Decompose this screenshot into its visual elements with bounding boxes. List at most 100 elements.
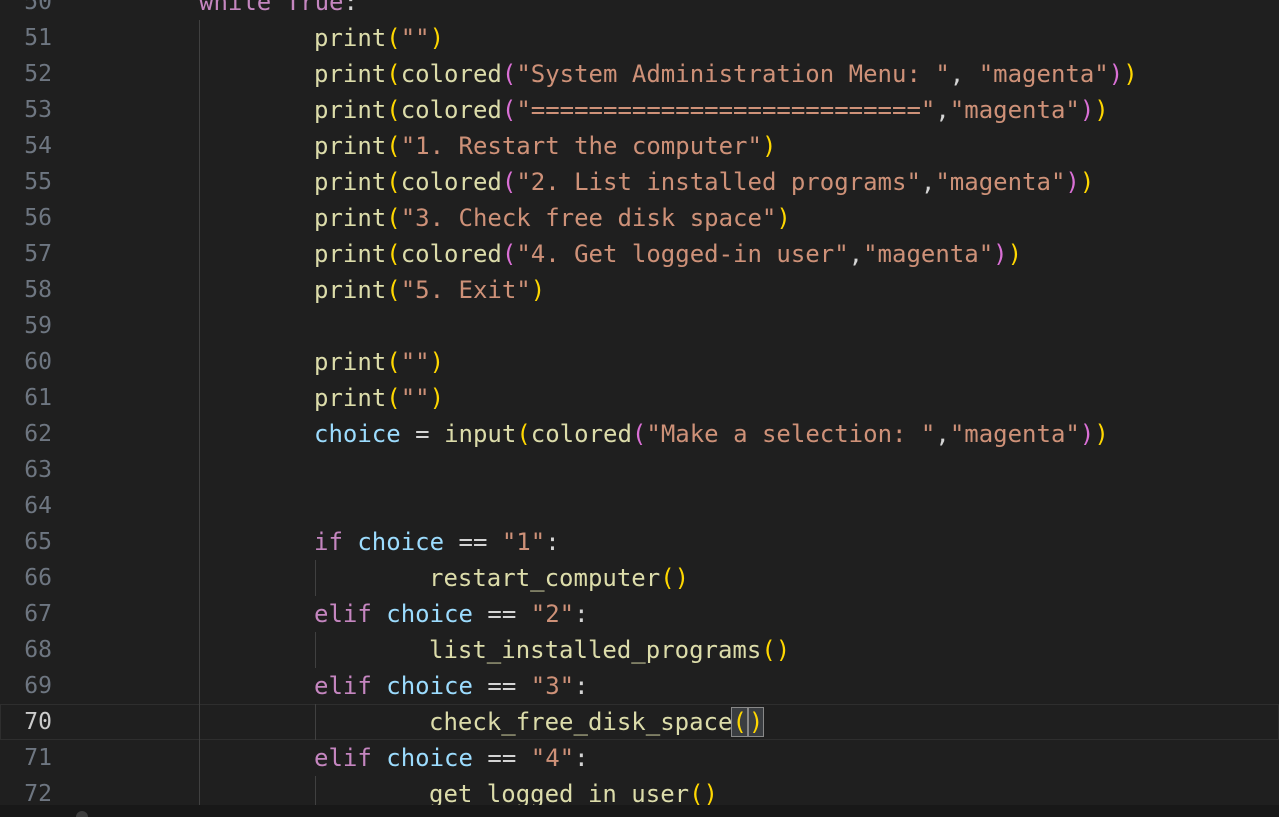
indent-guide — [199, 200, 200, 236]
code-token: colored — [530, 420, 632, 448]
indent-guide — [199, 344, 200, 380]
scrollbar-thumb[interactable] — [76, 811, 88, 817]
code-line[interactable]: 67 elif choice == "2": — [0, 596, 1279, 632]
indent-guide — [199, 632, 200, 668]
code-text[interactable]: print("") — [314, 380, 444, 416]
code-line[interactable]: 58 print("5. Exit") — [0, 272, 1279, 308]
code-token: == — [472, 600, 531, 628]
code-token: = — [400, 420, 445, 448]
code-line[interactable]: 60 print("") — [0, 344, 1279, 380]
code-token: ) — [1094, 420, 1109, 448]
code-line[interactable]: 55 print(colored("2. List installed progr… — [0, 164, 1279, 200]
indent-guide — [199, 740, 200, 776]
code-line[interactable]: 61 print("") — [0, 380, 1279, 416]
code-line[interactable]: 68 list_installed_programs() — [0, 632, 1279, 668]
code-text[interactable]: while True: — [199, 0, 358, 20]
line-number: 62 — [24, 421, 52, 447]
indent-guide — [199, 416, 200, 452]
code-text[interactable]: print(colored("4. Get logged-in user","m… — [314, 236, 1022, 272]
code-line[interactable]: 56 print("3. Check free disk space") — [0, 200, 1279, 236]
code-token: ) — [775, 636, 791, 664]
code-token: : — [574, 744, 589, 772]
code-token: ( — [386, 204, 401, 232]
code-text[interactable]: elif choice == "4": — [314, 740, 589, 776]
horizontal-scrollbar[interactable] — [0, 805, 1279, 817]
code-text[interactable]: print("5. Exit") — [314, 272, 545, 308]
code-line[interactable]: 52 print(colored("System Administration M… — [0, 56, 1279, 92]
code-token: : — [545, 528, 560, 556]
line-number: 57 — [24, 241, 52, 267]
code-editor[interactable]: 50 while True: 51 print("") 52 print(colored(… — [0, 0, 1279, 817]
code-token: print — [314, 276, 387, 304]
code-line[interactable]: 69 elif choice == "3": — [0, 668, 1279, 704]
code-token: ( — [386, 96, 401, 124]
indent-guide — [199, 128, 200, 164]
code-text[interactable]: print("") — [314, 20, 444, 56]
code-text[interactable]: print(colored("=========================… — [314, 92, 1109, 128]
code-line[interactable]: 51 print("") — [0, 20, 1279, 56]
code-token: ( — [386, 60, 401, 88]
code-token: True — [285, 0, 344, 16]
code-token: "3" — [530, 672, 575, 700]
code-token: ) — [429, 348, 445, 376]
code-token: : — [574, 672, 589, 700]
code-lines[interactable]: 50 while True: 51 print("") 52 print(colored(… — [0, 0, 1279, 812]
code-line[interactable]: 59 — [0, 308, 1279, 344]
code-token: , — [949, 60, 979, 88]
code-token: , — [848, 240, 864, 268]
code-token: elif — [314, 600, 372, 628]
code-line[interactable]: 57 print(colored("4. Get logged-in user",… — [0, 236, 1279, 272]
code-token: ( — [689, 780, 704, 808]
code-line[interactable]: 50 while True: — [0, 0, 1279, 20]
code-line[interactable]: 64 — [0, 488, 1279, 524]
line-number: 64 — [24, 493, 52, 519]
code-text[interactable]: print("3. Check free disk space") — [314, 200, 791, 236]
code-line[interactable]: 71 elif choice == "4": — [0, 740, 1279, 776]
code-text[interactable]: choice = input(colored("Make a selection… — [314, 416, 1109, 452]
line-number: 61 — [24, 385, 52, 411]
code-line[interactable]: 66 restart_computer() — [0, 560, 1279, 596]
code-token: "2" — [530, 600, 575, 628]
code-line[interactable]: 54 print("1. Restart the computer") — [0, 128, 1279, 164]
line-number: 63 — [24, 457, 52, 483]
code-text[interactable]: restart_computer() — [429, 560, 689, 596]
code-text[interactable]: if choice == "1": — [314, 524, 560, 560]
code-token: elif — [314, 744, 372, 772]
code-text[interactable]: print("") — [314, 344, 444, 380]
code-token: choice — [386, 672, 473, 700]
code-line[interactable]: 62 choice = input(colored("Make a selecti… — [0, 416, 1279, 452]
code-text[interactable]: print(colored("2. List installed program… — [314, 164, 1094, 200]
code-token: ) — [776, 204, 791, 232]
line-number: 65 — [24, 529, 52, 555]
code-token: ) — [1007, 240, 1023, 268]
code-token: , — [935, 420, 950, 448]
code-text[interactable]: list_installed_programs() — [429, 632, 790, 668]
indent-guide — [199, 92, 200, 128]
line-number: 68 — [24, 637, 52, 663]
code-text[interactable]: print("1. Restart the computer") — [314, 128, 776, 164]
line-number: 52 — [24, 61, 52, 87]
line-number: 69 — [24, 673, 52, 699]
code-token: "" — [400, 384, 430, 412]
code-token: colored — [400, 168, 502, 196]
code-token: ( — [501, 96, 517, 124]
code-line[interactable]: 65 if choice == "1": — [0, 524, 1279, 560]
code-token: ( — [386, 348, 401, 376]
code-token: choice — [386, 600, 473, 628]
code-text[interactable]: print(colored("System Administration Men… — [314, 56, 1138, 92]
line-number: 60 — [24, 349, 52, 375]
code-token: choice — [357, 528, 445, 556]
code-token: ) — [1079, 168, 1095, 196]
code-token: == — [472, 744, 531, 772]
code-text[interactable]: check_free_disk_space() — [429, 704, 765, 740]
code-text[interactable]: elif choice == "2": — [314, 596, 589, 632]
code-token: "magenta" — [935, 168, 1066, 196]
code-text[interactable]: elif choice == "3": — [314, 668, 589, 704]
code-line[interactable]: 53 print(colored("=======================… — [0, 92, 1279, 128]
line-number: 50 — [24, 0, 52, 15]
code-token: ) — [1079, 420, 1095, 448]
code-token: ) — [1079, 96, 1095, 124]
code-line[interactable]: 63 — [0, 452, 1279, 488]
code-line[interactable]: 70 check_free_disk_space() — [0, 704, 1279, 740]
